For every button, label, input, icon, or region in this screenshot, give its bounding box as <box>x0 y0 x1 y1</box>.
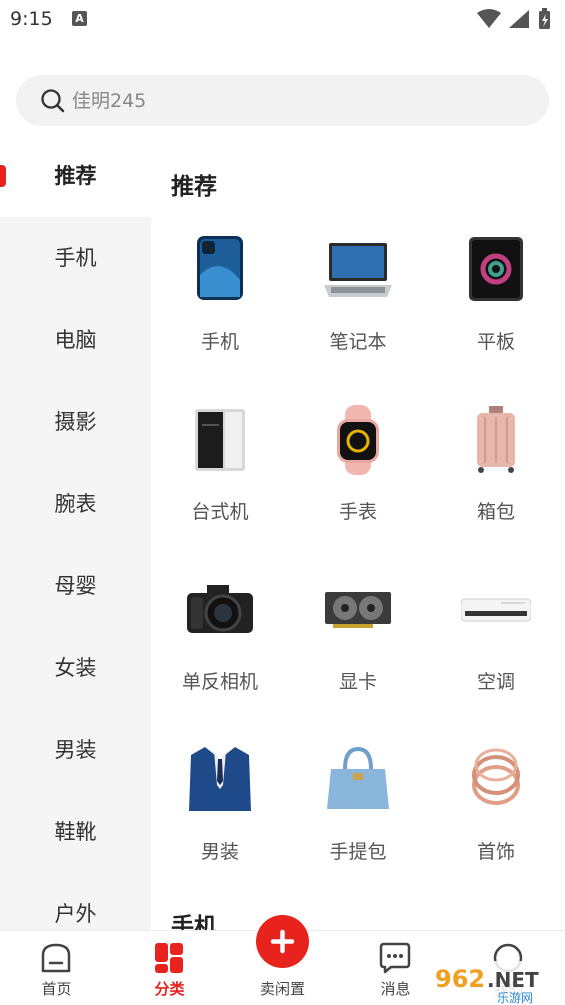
sidebar-item-label: 鞋靴 <box>54 820 97 844</box>
sidebar-item-computer[interactable]: 电脑 <box>0 299 151 381</box>
battery-icon <box>539 8 550 29</box>
category-label: 首饰 <box>476 841 515 863</box>
laptop-icon <box>324 243 392 297</box>
sidebar-item-label: 摄影 <box>54 410 97 434</box>
nav-category[interactable]: 分类 <box>113 931 226 1005</box>
category-label: 显卡 <box>338 671 377 693</box>
svg-text:962: 962 <box>435 965 485 993</box>
category-item-aircon[interactable]: 空调 <box>427 575 565 725</box>
search-input[interactable] <box>72 87 512 115</box>
sidebar-item-baby[interactable]: 母婴 <box>0 545 151 627</box>
nav-sell[interactable]: 卖闲置 <box>226 915 339 1005</box>
watermark-logo: 962 .NET 乐游网 <box>429 961 561 1005</box>
category-item-luggage[interactable]: 箱包 <box>427 405 565 555</box>
sidebar-item-label: 男装 <box>54 738 97 762</box>
active-indicator <box>0 165 6 187</box>
tablet-icon <box>469 237 523 301</box>
category-sidebar: 推荐 手机 电脑 摄影 腕表 母婴 女装 男装 鞋靴 户外 <box>0 135 151 930</box>
nav-label: 分类 <box>154 980 185 998</box>
message-icon <box>379 942 411 974</box>
category-label: 手机 <box>200 331 239 353</box>
sidebar-item-shoes[interactable]: 鞋靴 <box>0 791 151 873</box>
smartwatch-icon <box>337 405 379 475</box>
handbag-icon <box>327 746 389 809</box>
nav-label: 首页 <box>41 980 72 998</box>
category-label: 空调 <box>476 671 515 693</box>
category-label: 平板 <box>476 331 515 353</box>
sidebar-item-menswear[interactable]: 男装 <box>0 709 151 791</box>
category-label: 箱包 <box>476 501 515 523</box>
sidebar-item-label: 户外 <box>54 902 97 926</box>
category-label: 手提包 <box>329 841 387 863</box>
category-item-phone[interactable]: 手机 <box>151 235 289 385</box>
category-item-laptop[interactable]: 笔记本 <box>289 235 427 385</box>
sidebar-item-watch[interactable]: 腕表 <box>0 463 151 545</box>
sidebar-item-label: 推荐 <box>54 164 97 188</box>
category-item-desktop[interactable]: 台式机 <box>151 405 289 555</box>
suit-jacket-icon <box>189 747 251 811</box>
sidebar-item-label: 腕表 <box>54 492 97 516</box>
nav-home[interactable]: 首页 <box>0 931 113 1005</box>
category-item-gpu[interactable]: 显卡 <box>289 575 427 725</box>
smartphone-icon <box>197 236 243 300</box>
category-content: 推荐 手机 笔记本 平板 台式机 手表 箱包 单反相机 显卡 空调 男装 手提包… <box>151 135 565 930</box>
sidebar-item-label: 电脑 <box>54 328 97 352</box>
dslr-camera-icon <box>187 585 253 633</box>
search-icon <box>41 89 65 113</box>
sidebar-item-womenswear[interactable]: 女装 <box>0 627 151 709</box>
bottom-nav: 首页 分类 卖闲置 消息 我的 962 <box>0 915 565 1005</box>
category-item-handbag[interactable]: 手提包 <box>289 745 427 895</box>
category-label: 单反相机 <box>181 671 258 693</box>
ring-icon <box>472 748 520 805</box>
section-title: 推荐 <box>171 174 217 200</box>
category-label: 笔记本 <box>329 331 387 353</box>
plus-icon <box>270 929 295 954</box>
signal-icon <box>509 10 529 28</box>
category-icon <box>155 943 183 973</box>
air-conditioner-icon <box>461 598 531 622</box>
search-bar[interactable] <box>16 75 549 126</box>
desktop-tower-icon <box>195 409 245 471</box>
sidebar-item-recommend[interactable]: 推荐 <box>0 135 151 217</box>
category-label: 手表 <box>338 501 377 523</box>
status-icons <box>477 8 550 29</box>
category-item-watch[interactable]: 手表 <box>289 405 427 555</box>
home-icon <box>41 943 71 973</box>
category-label: 男装 <box>200 841 239 863</box>
section-title-next: 手机 <box>171 914 217 930</box>
sidebar-item-label: 手机 <box>54 246 97 270</box>
category-item-tablet[interactable]: 平板 <box>427 235 565 385</box>
svg-text:.NET: .NET <box>487 968 539 992</box>
sidebar-item-outdoor[interactable]: 户外 <box>0 873 151 930</box>
category-item-menswear[interactable]: 男装 <box>151 745 289 895</box>
suitcase-icon <box>477 406 515 473</box>
sell-button[interactable] <box>256 915 309 968</box>
category-item-jewelry[interactable]: 首饰 <box>427 745 565 895</box>
svg-text:乐游网: 乐游网 <box>497 991 533 1005</box>
sidebar-item-phone[interactable]: 手机 <box>0 217 151 299</box>
wifi-icon <box>477 9 501 28</box>
status-bar: 9:15 A <box>0 0 565 40</box>
graphics-card-icon <box>325 592 391 628</box>
status-time: 9:15 <box>10 8 53 30</box>
nav-label: 卖闲置 <box>259 980 305 998</box>
category-item-dslr[interactable]: 单反相机 <box>151 575 289 725</box>
sidebar-item-label: 母婴 <box>54 574 97 598</box>
sidebar-item-label: 女装 <box>54 656 97 680</box>
sidebar-item-photography[interactable]: 摄影 <box>0 381 151 463</box>
category-label: 台式机 <box>191 501 249 523</box>
notification-icon: A <box>72 11 87 26</box>
